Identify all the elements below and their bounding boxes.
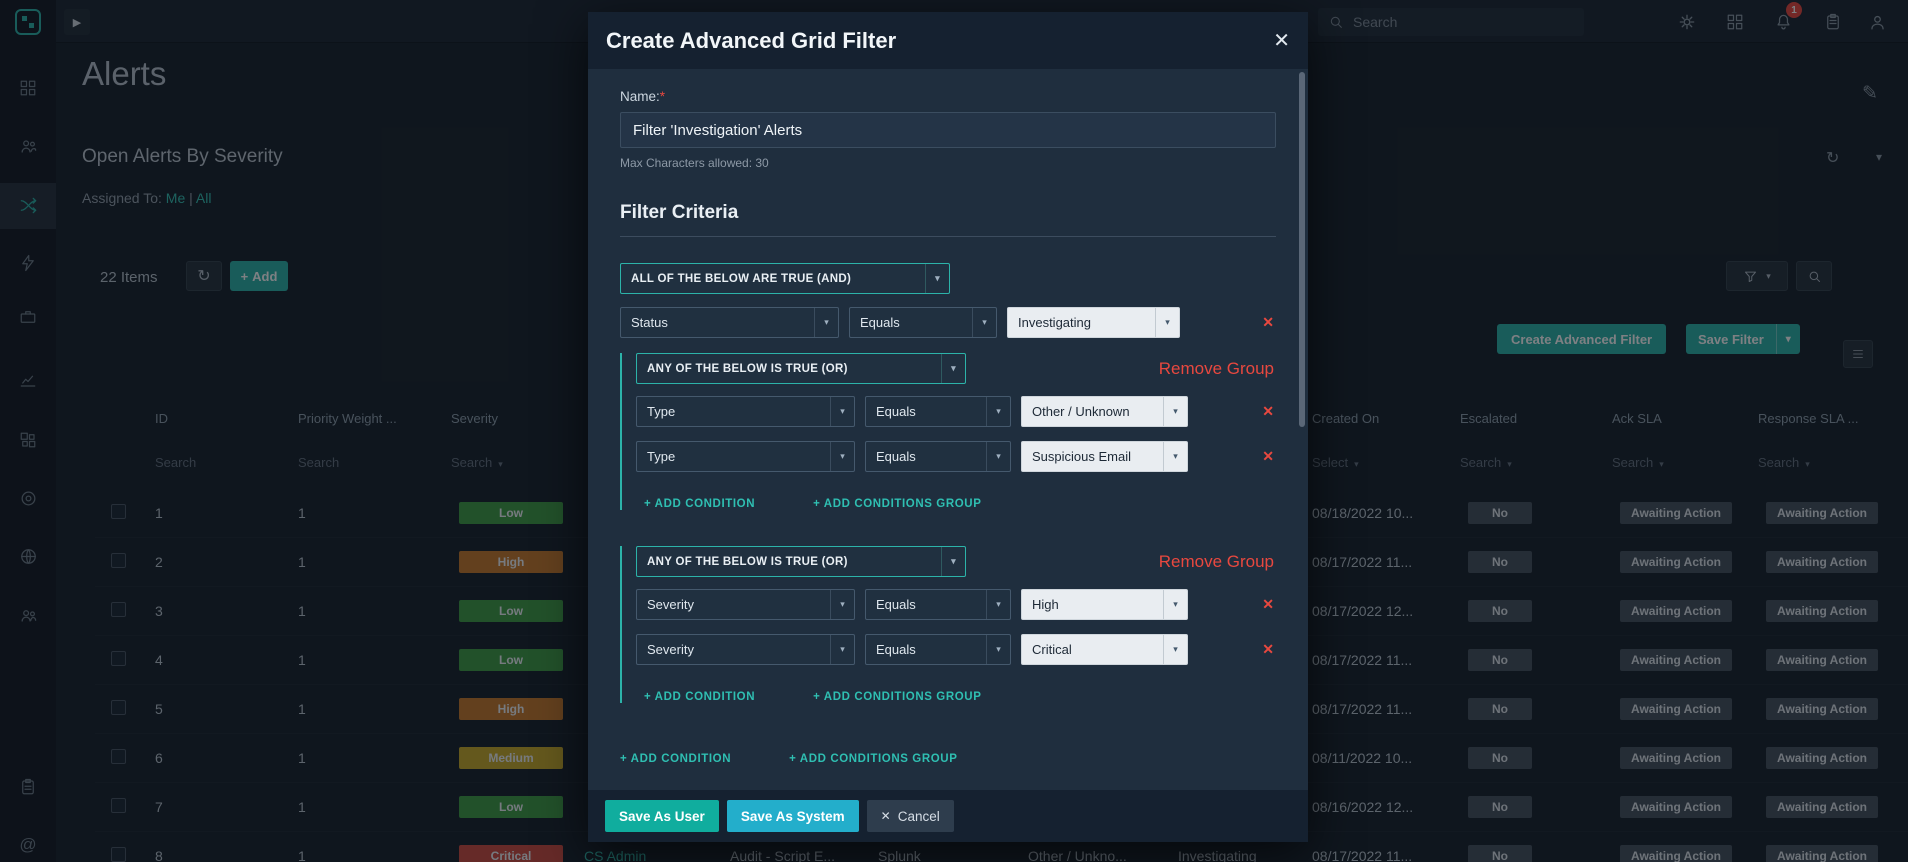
condition-field-dropdown[interactable]: Severity ▾ <box>636 634 855 665</box>
add-condition-link[interactable]: + ADD CONDITION <box>620 753 731 765</box>
condition-operator-dropdown[interactable]: Equals ▾ <box>865 589 1011 620</box>
add-conditions-group-link[interactable]: + ADD CONDITIONS GROUP <box>813 498 981 510</box>
conditions-group: ANY OF THE BELOW IS TRUE (OR) ▾ Remove Gr… <box>620 353 1276 510</box>
chevron-down-icon: ▾ <box>941 547 965 576</box>
group-add-links: + ADD CONDITION + ADD CONDITIONS GROUP <box>636 498 1276 510</box>
condition-value-dropdown[interactable]: Investigating ▾ <box>1007 307 1180 338</box>
group-operator-dropdown[interactable]: ANY OF THE BELOW IS TRUE (OR) ▾ <box>636 353 966 384</box>
group-add-links: + ADD CONDITION + ADD CONDITIONS GROUP <box>636 691 1276 703</box>
name-label: Name:* <box>620 89 666 104</box>
remove-condition-button[interactable]: ✕ <box>1262 448 1274 465</box>
remove-group-link[interactable]: Remove Group <box>1159 359 1274 379</box>
chevron-down-icon: ▾ <box>830 590 854 619</box>
add-conditions-group-link[interactable]: + ADD CONDITIONS GROUP <box>813 691 981 703</box>
condition-row: Type ▾ Equals ▾ Suspicious Email ▾ ✕ <box>636 441 1276 472</box>
chevron-down-icon: ▾ <box>986 442 1010 471</box>
chevron-down-icon: ▾ <box>1163 442 1187 471</box>
conditions-group: ANY OF THE BELOW IS TRUE (OR) ▾ Remove Gr… <box>620 546 1276 703</box>
group-header: ANY OF THE BELOW IS TRUE (OR) ▾ Remove Gr… <box>636 353 1276 384</box>
remove-condition-button[interactable]: ✕ <box>1262 596 1274 613</box>
condition-operator-dropdown[interactable]: Equals ▾ <box>849 307 997 338</box>
condition-operator-dropdown[interactable]: Equals ▾ <box>865 634 1011 665</box>
remove-condition-button[interactable]: ✕ <box>1262 314 1274 331</box>
chevron-down-icon: ▾ <box>1163 397 1187 426</box>
condition-value-dropdown[interactable]: High ▾ <box>1021 589 1188 620</box>
condition-value-dropdown[interactable]: Critical ▾ <box>1021 634 1188 665</box>
modal-scrollbar[interactable] <box>1299 72 1305 427</box>
chevron-down-icon: ▾ <box>830 635 854 664</box>
condition-value-dropdown[interactable]: Suspicious Email ▾ <box>1021 441 1188 472</box>
root-add-links: + ADD CONDITION + ADD CONDITIONS GROUP <box>620 753 1276 765</box>
create-advanced-grid-filter-modal: Create Advanced Grid Filter ✕ Name:* Max… <box>588 12 1308 842</box>
chevron-down-icon: ▾ <box>941 354 965 383</box>
condition-field-dropdown[interactable]: Status ▾ <box>620 307 839 338</box>
chevron-down-icon: ▾ <box>1163 635 1187 664</box>
condition-row: Status ▾ Equals ▾ Investigating ▾ ✕ <box>620 307 1276 338</box>
chevron-down-icon: ▾ <box>830 397 854 426</box>
chevron-down-icon: ▾ <box>986 397 1010 426</box>
condition-field-dropdown[interactable]: Type ▾ <box>636 441 855 472</box>
chevron-down-icon: ▾ <box>986 635 1010 664</box>
modal-body: Name:* Max Characters allowed: 30 Filter… <box>588 69 1308 790</box>
chevron-down-icon: ▾ <box>986 590 1010 619</box>
required-asterisk: * <box>659 89 666 104</box>
filter-name-input[interactable] <box>620 112 1276 148</box>
condition-row: Severity ▾ Equals ▾ High ▾ ✕ <box>636 589 1276 620</box>
divider <box>620 236 1276 237</box>
remove-group-link[interactable]: Remove Group <box>1159 552 1274 572</box>
filter-criteria-title: Filter Criteria <box>620 202 739 223</box>
chevron-down-icon: ▾ <box>925 264 949 293</box>
condition-value-dropdown[interactable]: Other / Unknown ▾ <box>1021 396 1188 427</box>
close-icon[interactable]: ✕ <box>1273 28 1290 53</box>
condition-row: Severity ▾ Equals ▾ Critical ▾ ✕ <box>636 634 1276 665</box>
condition-operator-dropdown[interactable]: Equals ▾ <box>865 441 1011 472</box>
root-operator-dropdown[interactable]: ALL OF THE BELOW ARE TRUE (AND) ▾ <box>620 263 950 294</box>
modal-footer: Save As User Save As System ✕ Cancel <box>588 790 1308 842</box>
condition-field-dropdown[interactable]: Type ▾ <box>636 396 855 427</box>
condition-field-dropdown[interactable]: Severity ▾ <box>636 589 855 620</box>
add-condition-link[interactable]: + ADD CONDITION <box>644 691 755 703</box>
modal-title: Create Advanced Grid Filter <box>606 27 897 53</box>
condition-row: Type ▾ Equals ▾ Other / Unknown ▾ ✕ <box>636 396 1276 427</box>
group-operator-dropdown[interactable]: ANY OF THE BELOW IS TRUE (OR) ▾ <box>636 546 966 577</box>
chevron-down-icon: ▾ <box>1163 590 1187 619</box>
chevron-down-icon: ▾ <box>972 308 996 337</box>
add-condition-link[interactable]: + ADD CONDITION <box>644 498 755 510</box>
save-as-system-button[interactable]: Save As System <box>726 800 859 832</box>
save-as-user-button[interactable]: Save As User <box>605 800 719 832</box>
cancel-button[interactable]: ✕ Cancel <box>866 800 954 832</box>
modal-header: Create Advanced Grid Filter ✕ <box>588 12 1308 69</box>
remove-condition-button[interactable]: ✕ <box>1262 641 1274 658</box>
chevron-down-icon: ▾ <box>814 308 838 337</box>
chevron-down-icon: ▾ <box>830 442 854 471</box>
chevron-down-icon: ▾ <box>1155 308 1179 337</box>
close-icon: ✕ <box>880 809 891 823</box>
remove-condition-button[interactable]: ✕ <box>1262 403 1274 420</box>
max-characters-hint: Max Characters allowed: 30 <box>620 156 769 170</box>
group-header: ANY OF THE BELOW IS TRUE (OR) ▾ Remove Gr… <box>636 546 1276 577</box>
add-conditions-group-link[interactable]: + ADD CONDITIONS GROUP <box>789 753 957 765</box>
condition-operator-dropdown[interactable]: Equals ▾ <box>865 396 1011 427</box>
